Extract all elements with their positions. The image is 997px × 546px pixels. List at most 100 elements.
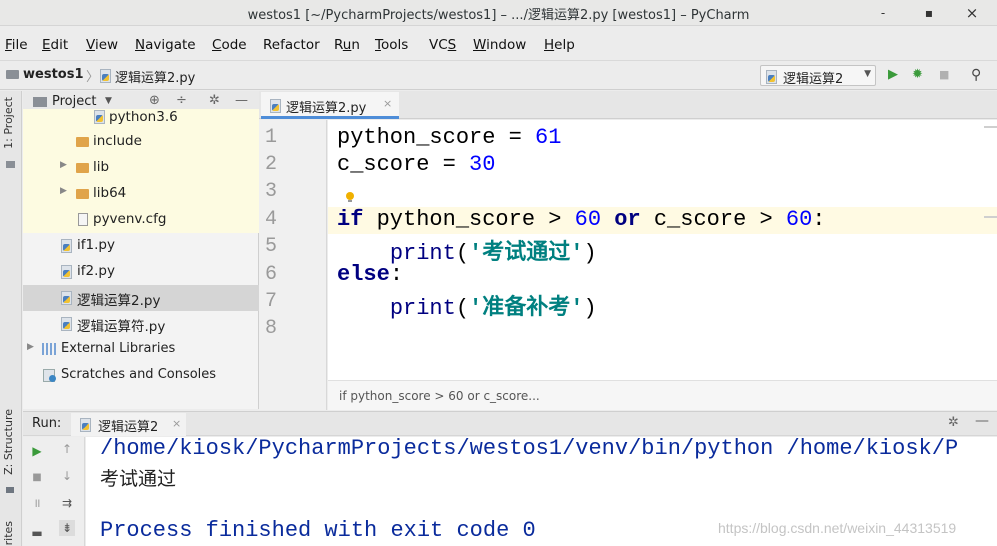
breadcrumb-project[interactable]: westos1 (23, 67, 84, 82)
folder-icon (76, 137, 89, 147)
hide-panel-icon[interactable]: — (235, 93, 248, 108)
tree-item-logic-operators-py[interactable]: 逻辑运算符.py (23, 311, 259, 337)
line-number: 4 (265, 208, 278, 231)
line-number: 1 (265, 126, 278, 149)
tree-item-lib[interactable]: ▶ lib (23, 155, 259, 181)
project-view-label[interactable]: Project (52, 94, 96, 109)
minimize-button[interactable]: - (873, 3, 893, 23)
tree-item-label: if1.py (77, 237, 115, 253)
editor-tab-logic-op-2[interactable]: 逻辑运算2.py × (261, 92, 399, 119)
stop-icon[interactable]: ■ (939, 67, 949, 83)
lightbulb-icon[interactable] (346, 192, 354, 202)
window-title: westos1 [~/PycharmProjects/westos1] – ..… (247, 8, 750, 23)
py-file-icon (60, 291, 72, 305)
tree-item-lib64[interactable]: ▶ lib64 (23, 181, 259, 207)
menu-bar: File Edit View Navigate Code Refactor Ru… (0, 33, 997, 59)
run-icon[interactable]: ▶ (888, 67, 898, 83)
tree-item-pyvenv-cfg[interactable]: pyvenv.cfg (23, 207, 259, 233)
close-button[interactable]: × (962, 3, 982, 23)
structure-tool-tab[interactable]: Z: Structure (2, 409, 15, 475)
folder-icon (76, 163, 89, 173)
tree-item-if2-py[interactable]: if2.py (23, 259, 259, 285)
menu-vcs[interactable]: VCS (429, 37, 456, 53)
down-arrow-icon[interactable]: ↓ (59, 468, 75, 484)
py-file-icon (79, 418, 91, 432)
tree-item-python3-6[interactable]: python3.6 (23, 109, 259, 129)
editor-tab-bar: 逻辑运算2.py × (259, 91, 997, 119)
menu-edit[interactable]: Edit (42, 37, 68, 53)
search-icon[interactable]: ⚲ (971, 67, 981, 83)
tree-item-external-libraries[interactable]: ▶ External Libraries (23, 337, 259, 363)
structure-icon (6, 487, 14, 493)
expand-arrow-icon[interactable]: ▶ (60, 160, 67, 170)
menu-tools[interactable]: Tools (375, 37, 408, 53)
menu-navigate[interactable]: Navigate (135, 37, 196, 53)
project-folder-icon (6, 70, 19, 79)
menu-file[interactable]: File (5, 37, 28, 53)
editor-tab-label: 逻辑运算2.py (286, 101, 367, 116)
tree-item-label: lib64 (93, 185, 127, 201)
run-panel-label: Run: (32, 416, 62, 431)
pause-icon[interactable]: ॥ (29, 495, 45, 511)
editor-breadcrumb-text: if python_score > 60 or c_score... (339, 389, 540, 403)
run-configuration-select[interactable]: 逻辑运算2 ▼ (760, 65, 876, 87)
console-line: 考试通过 (100, 468, 177, 490)
up-arrow-icon[interactable]: ↑ (59, 441, 75, 457)
tree-item-label: python3.6 (109, 109, 178, 125)
menu-refactor[interactable]: Refactor (263, 37, 320, 53)
project-tool-tab[interactable]: 1: Project (2, 97, 15, 149)
py-file-icon (60, 317, 72, 331)
tree-item-label: 逻辑运算符.py (77, 319, 166, 335)
code-editor[interactable]: python_score = 61 c_score = 30 if python… (328, 120, 997, 380)
rerun-icon[interactable]: ▶ (29, 443, 45, 459)
expand-arrow-icon[interactable]: ▶ (60, 186, 67, 196)
gear-icon[interactable]: ✲ (209, 93, 220, 108)
debug-icon[interactable]: ✹ (912, 67, 923, 83)
folder-icon (6, 161, 15, 168)
menu-window[interactable]: Window (473, 37, 526, 53)
gear-icon[interactable]: ✲ (948, 415, 959, 430)
editor-breadcrumb[interactable]: if python_score > 60 or c_score... (328, 380, 997, 410)
tree-item-scratches[interactable]: Scratches and Consoles (23, 363, 259, 389)
library-icon (42, 343, 56, 355)
project-panel: Project ▼ ⊕ ÷ ✲ — python3.6 include ▶ li… (23, 91, 259, 409)
soft-wrap-icon[interactable]: ⇉ (59, 495, 75, 511)
tree-item-label: 逻辑运算2.py (77, 293, 161, 309)
tree-item-label: pyvenv.cfg (93, 211, 167, 227)
console-line: /home/kiosk/PycharmProjects/westos1/venv… (100, 437, 959, 461)
project-view-icon (33, 97, 47, 107)
menu-run[interactable]: Run (334, 37, 360, 53)
menu-code[interactable]: Code (212, 37, 247, 53)
close-icon[interactable]: × (172, 417, 181, 430)
chevron-down-icon[interactable]: ▼ (105, 96, 112, 106)
collapse-all-icon[interactable]: ÷ (176, 93, 187, 108)
locate-file-icon[interactable]: ⊕ (149, 93, 160, 108)
stop-icon[interactable]: ■ (29, 470, 45, 486)
expand-arrow-icon[interactable]: ▶ (27, 342, 34, 352)
menu-view[interactable]: View (86, 37, 118, 53)
run-tab-logic-op-2[interactable]: 逻辑运算2 × (71, 413, 186, 436)
line-number: 7 (265, 290, 278, 313)
tree-item-logic-op-2-py[interactable]: 逻辑运算2.py (23, 285, 259, 311)
line-number: 5 (265, 235, 278, 258)
py-file-icon (99, 69, 111, 83)
tree-item-label: if2.py (77, 263, 115, 279)
scroll-to-end-icon[interactable]: ⇟ (59, 520, 75, 536)
tree-item-label: Scratches and Consoles (61, 367, 217, 382)
menu-help[interactable]: Help (544, 37, 575, 53)
code-line-1: python_score = 61 (337, 125, 562, 150)
maximize-button[interactable]: ▪ (919, 3, 939, 23)
favorites-tool-tab[interactable]: rites (2, 521, 15, 545)
tree-item-if1-py[interactable]: if1.py (23, 233, 259, 259)
tree-item-include[interactable]: include (23, 129, 259, 155)
hide-panel-icon[interactable]: — (975, 413, 989, 429)
breadcrumb-file[interactable]: 逻辑运算2.py (115, 67, 195, 86)
watermark: https://blog.csdn.net/weixin_44313519 (718, 520, 957, 536)
pin-icon[interactable]: ▬ (29, 525, 45, 541)
py-file-icon (93, 110, 105, 124)
line-number-gutter: 1 2 3 4 5 6 7 8 (259, 120, 327, 410)
line-number: 6 (265, 263, 278, 286)
folder-link-icon (76, 189, 89, 199)
console-line: Process finished with exit code 0 (100, 518, 536, 543)
close-icon[interactable]: × (383, 97, 392, 110)
